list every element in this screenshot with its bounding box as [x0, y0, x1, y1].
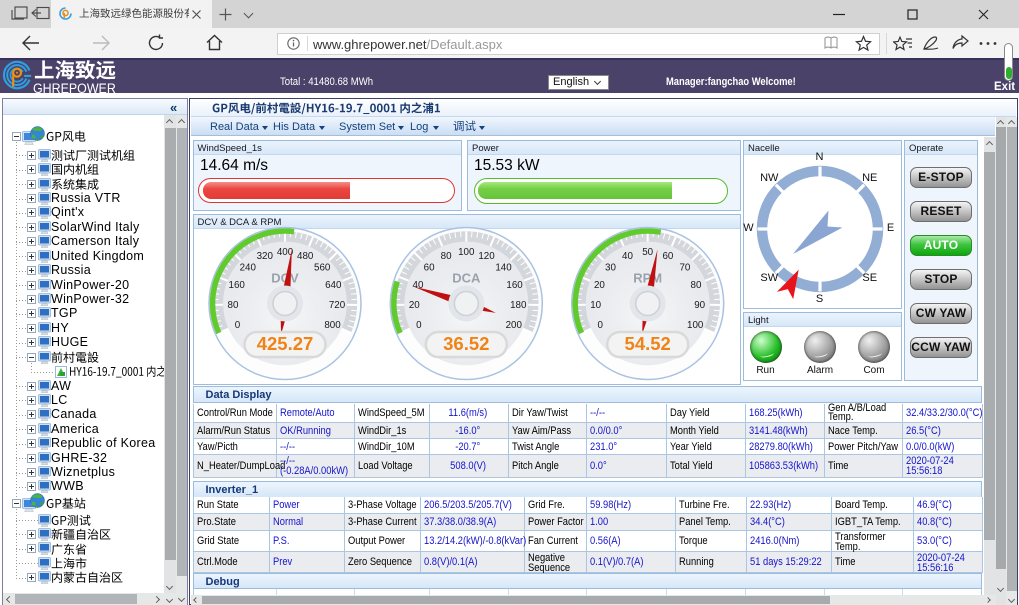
svg-text:640: 640 [325, 280, 342, 291]
svg-text:80: 80 [690, 280, 701, 291]
svg-text:30: 30 [605, 263, 616, 274]
svg-text:100: 100 [458, 247, 475, 258]
svg-text:140: 140 [495, 263, 512, 274]
svg-text:200: 200 [505, 320, 522, 331]
svg-text:560: 560 [314, 263, 331, 274]
svg-text:20: 20 [593, 280, 604, 291]
svg-text:0: 0 [234, 320, 240, 331]
svg-text:70: 70 [679, 263, 690, 274]
svg-text:480: 480 [297, 251, 314, 262]
svg-text:160: 160 [506, 280, 523, 291]
svg-text:80: 80 [227, 300, 238, 311]
svg-text:240: 240 [239, 263, 256, 274]
svg-text:800: 800 [324, 320, 341, 331]
svg-text:0: 0 [597, 320, 603, 331]
svg-text:54.52: 54.52 [624, 333, 670, 354]
svg-text:320: 320 [256, 251, 273, 262]
svg-text:36.52: 36.52 [443, 333, 489, 354]
svg-text:425.27: 425.27 [256, 333, 313, 354]
svg-text:720: 720 [328, 300, 345, 311]
svg-text:180: 180 [510, 300, 527, 311]
svg-text:160: 160 [228, 280, 245, 291]
svg-text:10: 10 [590, 300, 601, 311]
svg-text:0: 0 [416, 320, 422, 331]
svg-text:40: 40 [622, 251, 633, 262]
svg-text:DCA: DCA [452, 271, 481, 286]
svg-text:80: 80 [440, 251, 451, 262]
svg-text:60: 60 [423, 263, 434, 274]
svg-text:90: 90 [694, 300, 705, 311]
svg-text:RPM: RPM [633, 271, 662, 286]
svg-text:50: 50 [642, 247, 653, 258]
svg-text:60: 60 [662, 251, 673, 262]
svg-text:20: 20 [408, 300, 419, 311]
svg-text:120: 120 [478, 251, 495, 262]
svg-text:100: 100 [687, 320, 704, 331]
